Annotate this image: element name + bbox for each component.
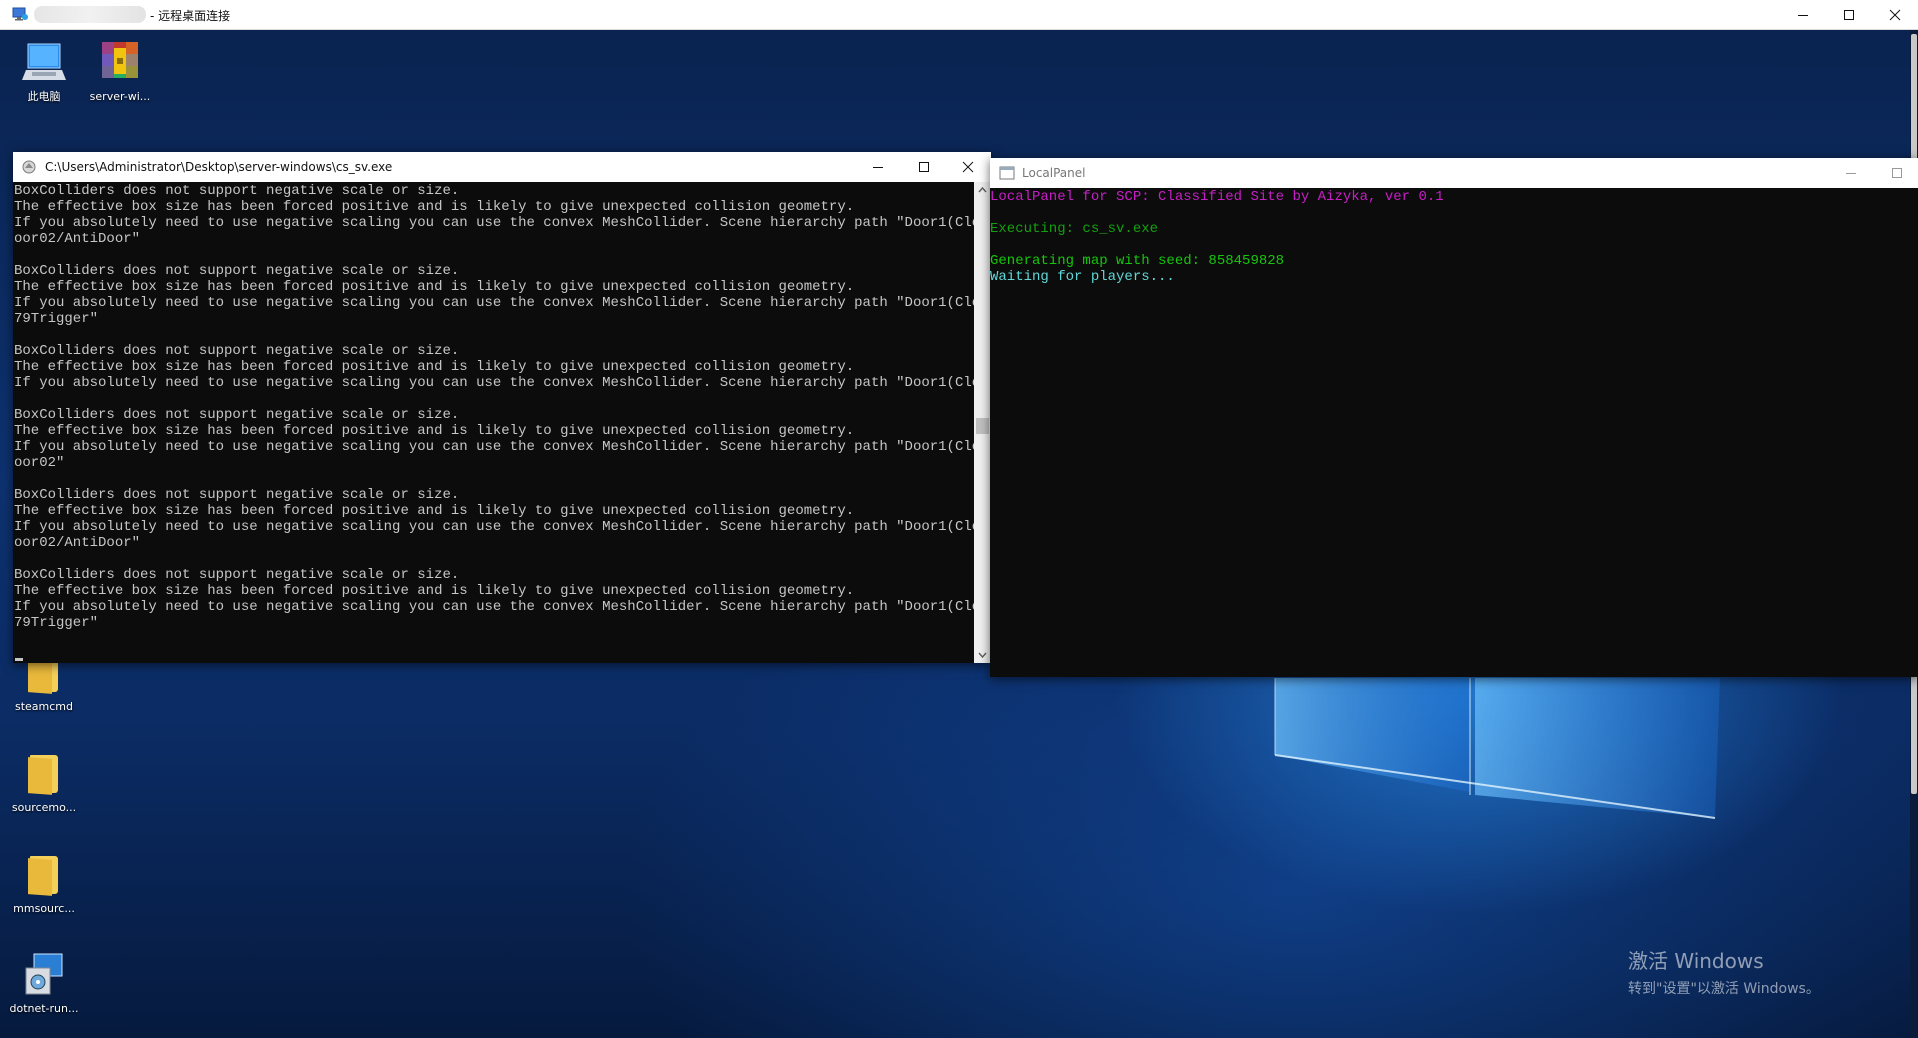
console-line: The effective box size has been forced p… [14,279,855,295]
console-line: The effective box size has been forced p… [14,423,855,439]
rdp-minimize-button[interactable] [1780,0,1826,30]
console-line: 79Trigger" [14,311,99,327]
console-minimize-button[interactable] [855,152,901,182]
local-panel-title-bar[interactable]: LocalPanel [990,158,1918,188]
desktop-icon-server-windows[interactable]: server-wi... [77,38,163,104]
local-panel-window[interactable]: LocalPanel LocalPanel for SCP: Classifie… [990,158,1918,677]
local-panel-window-title: LocalPanel [1022,166,1086,180]
local-panel-line: Executing: cs_sv.exe [990,221,1159,237]
console-line: BoxColliders does not support negative s… [14,343,460,359]
local-panel-line: Generating map with seed: 858459828 [990,253,1285,269]
folder-icon [30,755,58,793]
local-panel-line [990,205,1918,221]
console-maximize-button[interactable] [901,152,947,182]
minimize-icon [873,167,883,168]
console-output[interactable]: BoxColliders does not support negative s… [13,182,974,663]
rdp-close-button[interactable] [1872,0,1918,30]
rdp-maximize-button[interactable] [1826,0,1872,30]
local-panel-minimize-button[interactable] [1828,158,1874,188]
close-icon [1889,9,1901,21]
local-panel-maximize-button[interactable] [1874,158,1918,188]
scroll-up-arrow-icon[interactable] [974,182,991,198]
console-line: The effective box size has been forced p… [14,199,855,215]
rdp-window-title: - 远程桌面连接 [150,9,231,23]
console-line: BoxColliders does not support negative s… [14,487,460,503]
desktop-icon-label: steamcmd [14,700,73,713]
installer-icon [25,953,63,995]
folder-icon [30,856,58,894]
console-line: BoxColliders does not support negative s… [14,407,460,423]
local-panel-app-icon [999,166,1015,180]
minimize-icon [1846,173,1856,174]
watermark-title: 激活 Windows [1628,949,1764,973]
desktop-icon-label: dotnet-run... [9,1002,79,1015]
winrar-archive-icon [102,42,138,78]
redacted-host-name [34,6,146,23]
desktop-icon-mmsource[interactable]: mmsourc... [1,850,87,916]
desktop-icon-label: server-wi... [89,90,151,103]
minimize-icon [1798,15,1808,16]
console-line: The effective box size has been forced p… [14,583,855,599]
remote-desktop-area: 此电脑 server-wi... steamcmd sourcemo... mm… [0,30,1918,1038]
maximize-icon [919,162,929,172]
console-line: 79Trigger" [14,615,99,631]
console-line: If you absolutely need to use negative s… [14,519,974,535]
desktop-icon-sourcemod[interactable]: sourcemo... [1,749,87,815]
console-line: oor02/AntiDoor" [14,231,141,247]
console-line: If you absolutely need to use negative s… [14,295,974,311]
desktop-icon-this-pc[interactable]: 此电脑 [1,38,87,104]
scroll-down-arrow-icon[interactable] [974,647,991,663]
local-panel-line [990,237,1918,253]
activate-windows-watermark: 激活 Windows 转到"设置"以激活 Windows。 [1628,945,1820,998]
console-window-title: C:\Users\Administrator\Desktop\server-wi… [45,160,393,174]
local-panel-line: LocalPanel for SCP: Classified Site by A… [990,189,1444,205]
console-vertical-scrollbar[interactable] [974,182,991,663]
console-line: BoxColliders does not support negative s… [14,263,460,279]
console-line: oor02/AntiDoor" [14,535,141,551]
console-line: The effective box size has been forced p… [14,359,855,375]
console-line: The effective box size has been forced p… [14,503,855,519]
close-icon [962,161,974,173]
console-app-icon [22,160,36,174]
remote-desktop-icon [12,7,28,21]
console-line: If you absolutely need to use negative s… [14,599,974,615]
desktop-icon-label: mmsourc... [13,902,75,915]
console-line: oor02" [14,455,65,471]
console-title-bar[interactable]: C:\Users\Administrator\Desktop\server-wi… [13,152,991,182]
desktop-icon-label: 此电脑 [27,90,61,103]
console-line: If you absolutely need to use negative s… [14,215,974,231]
scrollbar-thumb[interactable] [976,418,989,434]
desktop-icon-dotnet-runtime[interactable]: dotnet-run... [1,950,87,1016]
rdp-title-bar[interactable]: - 远程桌面连接 [0,0,1918,30]
console-window-cs-sv[interactable]: C:\Users\Administrator\Desktop\server-wi… [13,152,991,663]
local-panel-output[interactable]: LocalPanel for SCP: Classified Site by A… [990,188,1918,677]
watermark-subtitle: 转到"设置"以激活 Windows。 [1628,981,1820,997]
console-line: BoxColliders does not support negative s… [14,183,460,199]
maximize-icon [1892,168,1902,178]
desktop-icon-label: sourcemo... [11,801,77,814]
console-line: If you absolutely need to use negative s… [14,375,974,391]
console-line: BoxColliders does not support negative s… [14,567,460,583]
maximize-icon [1844,10,1854,20]
local-panel-line: Waiting for players... [990,269,1175,285]
computer-icon [22,43,66,80]
console-close-button[interactable] [945,152,991,182]
console-line: If you absolutely need to use negative s… [14,439,974,455]
remote-desktop-window: - 远程桌面连接 此电脑 server-wi... steamcmd sourc… [0,0,1918,1038]
text-cursor [15,658,23,661]
